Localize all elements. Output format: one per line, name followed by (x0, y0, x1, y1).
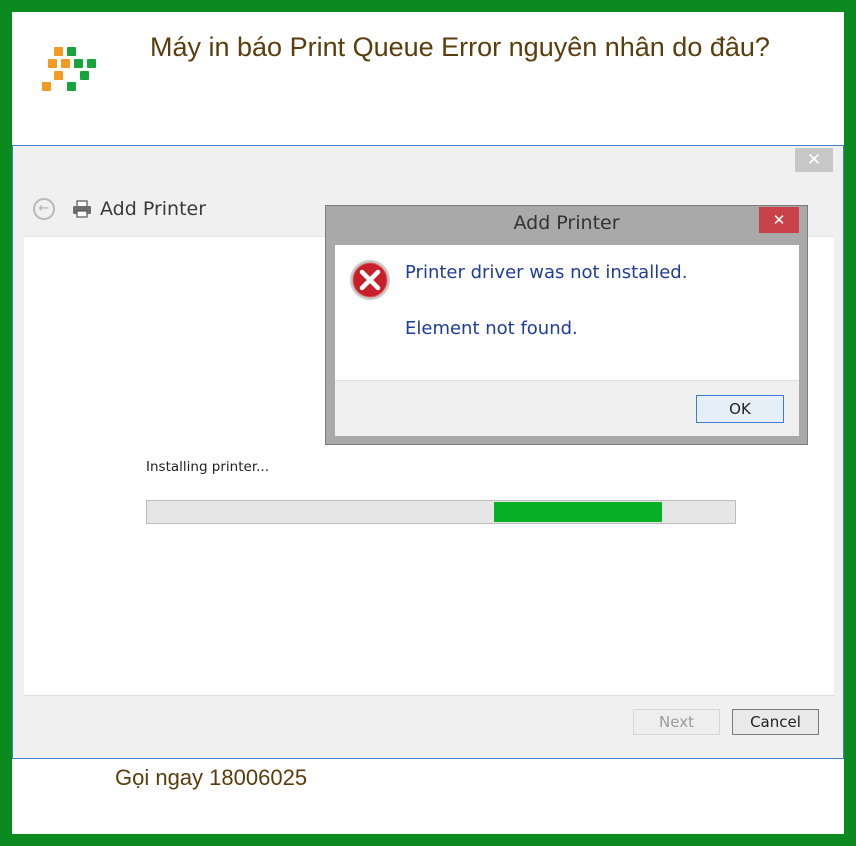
hotline-text: Gọi ngay 18006025 (115, 765, 308, 790)
back-arrow-icon[interactable]: ← (33, 198, 55, 220)
progress-fill (494, 502, 662, 522)
ok-button[interactable]: OK (696, 395, 784, 423)
window-title: Add Printer (100, 198, 207, 220)
error-dialog: Add Printer ✕ Printer driver was not ins… (325, 205, 808, 445)
next-button[interactable]: Next (633, 709, 720, 735)
error-message-secondary: Element not found. (405, 318, 578, 339)
dialog-close-button[interactable]: ✕ (759, 207, 799, 233)
dialog-title: Add Printer (513, 212, 620, 234)
dialog-body: Printer driver was not installed. Elemen… (335, 245, 799, 380)
install-progress-bar (146, 500, 736, 524)
cancel-button[interactable]: Cancel (732, 709, 819, 735)
installing-status-text: Installing printer... (146, 459, 270, 475)
dialog-footer: OK (335, 380, 799, 436)
article-headline: Máy in báo Print Queue Error nguyên nhân… (150, 32, 770, 62)
printer-icon (73, 200, 91, 218)
error-message-primary: Printer driver was not installed. (405, 262, 688, 283)
error-icon (350, 260, 390, 300)
window-close-button[interactable]: ✕ (795, 148, 833, 172)
site-logo-icon (40, 45, 100, 95)
